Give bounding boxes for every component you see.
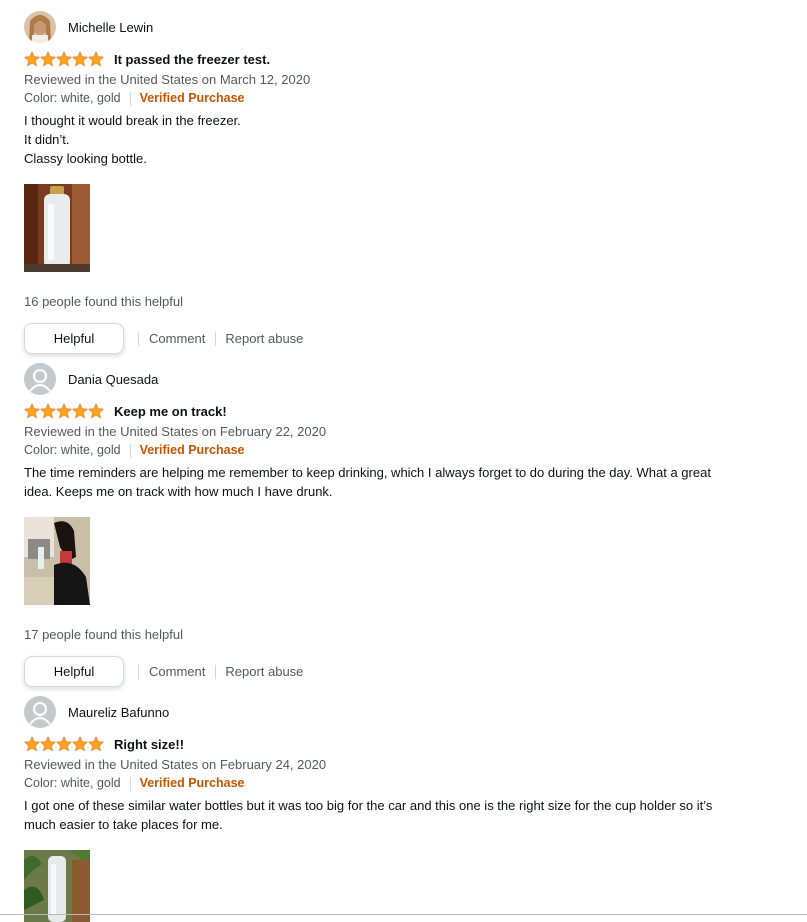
review-item: Maureliz Bafunno Right size!! Reviewed i… (24, 696, 724, 922)
divider (0, 914, 807, 915)
default-avatar-icon (24, 696, 56, 728)
divider (129, 776, 131, 791)
default-avatar-icon (24, 363, 56, 395)
reviewer-name: Maureliz Bafunno (68, 704, 170, 720)
reviewer-profile[interactable]: Dania Quesada (24, 363, 724, 395)
comment-link[interactable]: Comment (149, 331, 205, 346)
comment-link[interactable]: Comment (149, 664, 205, 679)
review-date: Reviewed in the United States on March 1… (24, 72, 311, 87)
helpful-count: 16 people found this helpful (24, 294, 184, 309)
review-text-line: It didn’t. (24, 132, 70, 147)
review-body: I got one of these similar water bottles… (24, 796, 724, 834)
star-icons (24, 403, 104, 419)
avatar (24, 363, 56, 395)
verified-purchase-badge: Verified Purchase (139, 91, 245, 105)
divider (138, 331, 139, 346)
reviewer-name: Michelle Lewin (68, 19, 154, 35)
reviewer-profile[interactable]: Michelle Lewin (24, 11, 724, 43)
helpful-button[interactable]: Helpful (24, 656, 124, 687)
divider (215, 331, 217, 346)
star-rating[interactable] (24, 736, 104, 752)
review-item: Michelle Lewin It passed the freezer tes… (24, 11, 724, 354)
helpful-button[interactable]: Helpful (24, 323, 124, 354)
review-item: Dania Quesada Keep me on track! Reviewed… (24, 363, 724, 687)
verified-purchase-badge: Verified Purchase (139, 776, 245, 790)
divider (129, 91, 131, 106)
review-text-line: The time reminders are helping me rememb… (24, 465, 711, 499)
review-date: Reviewed in the United States on Februar… (24, 424, 327, 439)
review-body: The time reminders are helping me rememb… (24, 463, 724, 501)
review-title[interactable]: It passed the freezer test. (114, 52, 270, 67)
report-abuse-link[interactable]: Report abuse (225, 331, 303, 346)
divider (129, 443, 131, 458)
review-photo[interactable] (24, 850, 90, 922)
verified-purchase-badge: Verified Purchase (139, 443, 245, 457)
divider (215, 664, 217, 679)
product-variant[interactable]: Color: white, gold (24, 441, 121, 460)
star-rating[interactable] (24, 51, 104, 67)
helpful-count: 17 people found this helpful (24, 627, 184, 642)
report-abuse-link[interactable]: Report abuse (225, 664, 303, 679)
product-variant[interactable]: Color: white, gold (24, 774, 121, 793)
review-title[interactable]: Keep me on track! (114, 404, 227, 419)
avatar (24, 696, 56, 728)
review-photo[interactable] (24, 517, 90, 605)
review-text-line: Classy looking bottle. (24, 151, 147, 166)
star-rating[interactable] (24, 403, 104, 419)
product-variant[interactable]: Color: white, gold (24, 89, 121, 108)
review-title[interactable]: Right size!! (114, 737, 184, 752)
star-icons (24, 51, 104, 67)
review-photo[interactable] (24, 184, 90, 272)
review-text-line: I thought it would break in the freezer. (24, 113, 241, 128)
avatar (24, 11, 56, 43)
review-date: Reviewed in the United States on Februar… (24, 757, 327, 772)
divider (138, 664, 139, 679)
star-icons (24, 736, 104, 752)
review-body: I thought it would break in the freezer.… (24, 111, 724, 168)
review-text-line: I got one of these similar water bottles… (24, 798, 713, 832)
reviewer-name: Dania Quesada (68, 371, 159, 387)
reviewer-profile[interactable]: Maureliz Bafunno (24, 696, 724, 728)
